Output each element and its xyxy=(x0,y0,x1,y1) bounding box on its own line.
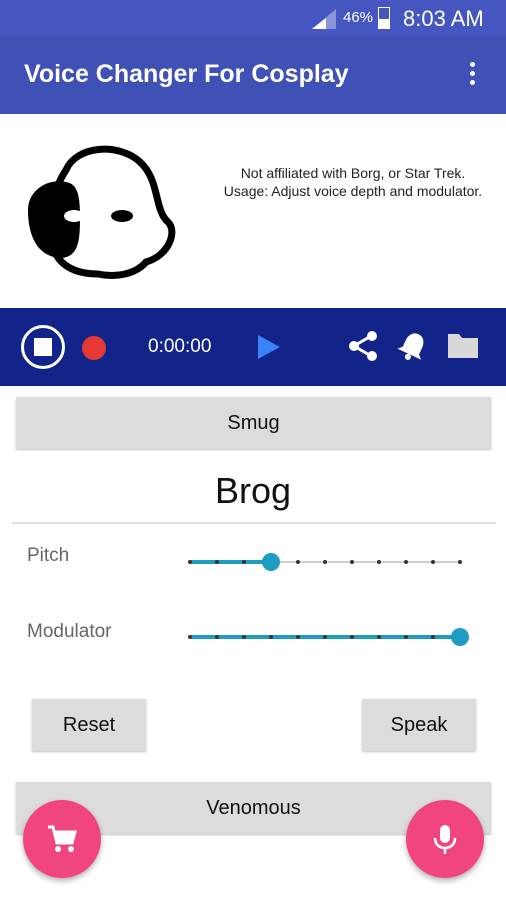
slider-tick xyxy=(404,635,408,639)
cart-fab[interactable] xyxy=(23,800,101,878)
modulator-slider[interactable] xyxy=(188,627,469,647)
slider-tick xyxy=(188,560,192,564)
header-panel: Not affiliated with Borg, or Star Trek. … xyxy=(0,114,506,308)
disclaimer-text: Not affiliated with Borg, or Star Trek. … xyxy=(223,165,483,199)
app-title: Voice Changer For Cosplay xyxy=(24,60,349,88)
share-icon[interactable] xyxy=(347,330,379,362)
slider-tick xyxy=(377,560,381,564)
stop-icon xyxy=(34,338,52,356)
slider-active-track xyxy=(190,560,271,564)
stop-button[interactable] xyxy=(21,325,65,369)
play-button[interactable] xyxy=(258,335,280,359)
cart-icon xyxy=(48,825,77,852)
status-bar: 46% 8:03 AM xyxy=(0,0,506,36)
slider-thumb[interactable] xyxy=(451,628,469,646)
slider-tick xyxy=(377,635,381,639)
slider-tick xyxy=(242,635,246,639)
slider-tick xyxy=(323,560,327,564)
slider-tick xyxy=(188,635,192,639)
slider-tick xyxy=(215,560,219,564)
slider-tick xyxy=(350,560,354,564)
bell-icon[interactable] xyxy=(396,329,430,363)
pitch-slider[interactable] xyxy=(188,552,462,572)
slider-tick xyxy=(242,560,246,564)
record-button[interactable] xyxy=(82,336,106,360)
player-bar: 0:00:00 xyxy=(0,308,506,386)
slider-tick xyxy=(431,560,435,564)
slider-tick xyxy=(296,560,300,564)
borg-head-logo xyxy=(28,145,176,279)
speak-button[interactable]: Speak xyxy=(362,699,476,751)
app-bar: Voice Changer For Cosplay xyxy=(0,36,506,114)
folder-icon[interactable] xyxy=(446,330,480,360)
microphone-icon xyxy=(433,825,457,854)
slider-tick xyxy=(350,635,354,639)
signal-icon xyxy=(312,9,336,29)
playback-time: 0:00:00 xyxy=(148,336,212,357)
slider-tick xyxy=(404,560,408,564)
slider-thumb[interactable] xyxy=(262,553,280,571)
battery-percent: 46% xyxy=(343,9,374,26)
divider xyxy=(12,522,496,524)
reset-button[interactable]: Reset xyxy=(32,699,146,751)
slider-tick xyxy=(431,635,435,639)
slider-tick xyxy=(215,635,219,639)
microphone-fab[interactable] xyxy=(406,800,484,878)
current-voice-name: Brog xyxy=(214,470,292,511)
slider-tick xyxy=(296,635,300,639)
pitch-label: Pitch xyxy=(27,545,70,566)
clock: 8:03 AM xyxy=(403,6,484,31)
modulator-label: Modulator xyxy=(27,621,112,642)
slider-tick xyxy=(323,635,327,639)
previous-voice-button[interactable]: Smug xyxy=(16,397,491,449)
slider-tick xyxy=(269,635,273,639)
battery-icon xyxy=(378,7,390,29)
overflow-menu-icon[interactable] xyxy=(466,62,478,90)
slider-tick xyxy=(458,560,462,564)
